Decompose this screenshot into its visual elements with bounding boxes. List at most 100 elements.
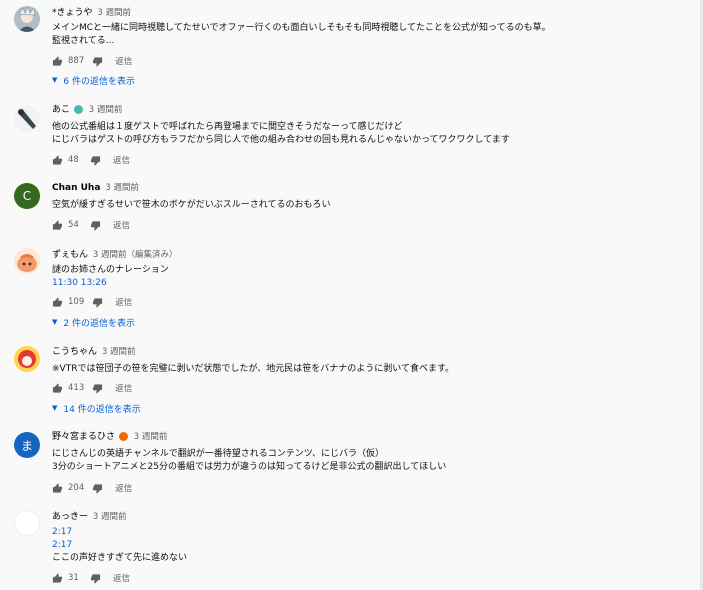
reply-button[interactable]: 返信 [113,154,130,166]
dislike-button[interactable] [90,155,101,166]
comment-author[interactable]: 野々宮まるひさ [52,432,115,442]
reply-button[interactable]: 返信 [115,296,132,308]
comment-text-line: 謎のお姉さんのナレーション [52,265,169,275]
like-button[interactable] [52,154,63,166]
like-button[interactable] [52,482,63,494]
comment-author[interactable]: ずぇもん [52,250,88,260]
member-badge-icon [118,432,128,441]
chevron-down-icon: ▼ [52,76,58,84]
avatar[interactable] [14,510,40,536]
view-replies-label: 2 件の返信を表示 [63,318,135,329]
avatar[interactable] [14,6,40,32]
comment-actions: 887 返信 [52,54,132,68]
comment-actions: 48 返信 [52,153,130,167]
comment-text-line: 3分のショートアニメと25分の番組では労力が違うのは知ってるけど是非公式の翻訳出… [52,462,447,472]
comment-header: あっきー 3 週間前 [52,511,694,524]
thumbs-up-icon [52,482,63,493]
avatar-tool-image [14,106,40,132]
comment-time[interactable]: 3 週間前 [97,8,131,18]
comment-time[interactable]: 3 週間前 [105,183,139,193]
reply-button[interactable]: 返信 [113,572,130,584]
view-replies-label: 14 件の返信を表示 [63,404,141,415]
like-count: 204 [68,483,85,493]
avatar-character-image [14,346,40,372]
comment-actions: 31 返信 [52,571,130,585]
reply-button[interactable]: 返信 [115,382,132,394]
comment-actions: 109 返信 [52,295,132,309]
view-replies-button[interactable]: ▼ 6 件の返信を表示 [52,73,135,87]
like-button[interactable] [52,382,63,394]
timestamp-link[interactable]: 2:17 [52,539,694,552]
thumbs-down-icon [90,573,101,584]
reply-button[interactable]: 返信 [115,55,132,67]
comment-time[interactable]: 3 週間前 [134,432,168,442]
view-replies-button[interactable]: ▼ 14 件の返信を表示 [52,401,141,415]
thumbs-down-icon [93,483,103,494]
like-button[interactable] [52,219,63,231]
like-count: 31 [68,573,79,583]
thumbs-up-icon [52,154,63,165]
like-count: 413 [68,383,85,393]
avatar[interactable] [14,248,40,274]
reply-button[interactable]: 返信 [115,482,132,494]
comment-author[interactable]: Chan Uha [52,183,100,193]
comment-text-line: 他の公式番組は１度ゲストで呼ばれたら再登場までに間空きそうだなーって感じだけど [52,122,403,132]
comment-time[interactable]: 3 週間前 [89,105,123,115]
comment-header: 野々宮まるひさ 3 週間前 [52,431,694,444]
member-badge-icon [73,105,83,114]
view-replies-button[interactable]: ▼ 2 件の返信を表示 [52,315,135,329]
timestamp-links[interactable]: 11:30 13:26 [52,277,694,290]
avatar[interactable] [14,106,40,132]
thumbs-up-icon [52,219,63,230]
thumbs-up-icon [52,572,63,583]
thumbs-down-icon [93,383,103,394]
dislike-button[interactable] [90,220,101,231]
comment-author[interactable]: こうちゃん [52,347,97,357]
comment-header: あこ 3 週間前 [52,104,694,117]
thumbs-down-icon [90,220,101,231]
comment-actions: 54 返信 [52,218,130,232]
avatar[interactable] [14,346,40,372]
like-count: 54 [68,220,79,230]
dislike-button[interactable] [92,297,103,308]
comment-author[interactable]: *きょうや [52,8,93,18]
like-count: 887 [68,56,85,66]
comment-actions: 204 返信 [52,481,132,495]
avatar[interactable]: C [14,183,40,209]
chevron-down-icon: ▼ [52,318,58,326]
comment-time[interactable]: 3 週間前（編集済み） [93,250,178,260]
reply-button[interactable]: 返信 [113,219,130,231]
dislike-button[interactable] [92,483,103,494]
comment-text-line: メインMCと一緒に同時視聴してたせいでオファー行くのも面白いしそもそも同時視聴し… [52,23,551,33]
thumbs-down-icon [93,297,103,308]
thumbs-down-icon [93,56,103,67]
like-button[interactable] [52,572,63,584]
comment-time[interactable]: 3 週間前 [93,512,127,522]
comment-author[interactable]: あっきー [52,512,88,522]
avatar-character-image [14,6,40,32]
comment-text-line: にじさんじの英語チャンネルで翻訳が一番待望されるコンテンツ、にじバラ（仮） [52,449,385,459]
comment-header: Chan Uha 3 週間前 [52,182,694,195]
comment-actions: 413 返信 [52,381,132,395]
dislike-button[interactable] [92,56,103,67]
comment-header: こうちゃん 3 週間前 [52,346,694,359]
like-button[interactable] [52,55,63,67]
comment-time[interactable]: 3 週間前 [102,347,136,357]
avatar-letter: C [22,189,32,203]
avatar-character-image [14,248,40,274]
comment-header: ずぇもん 3 週間前（編集済み） [52,249,694,262]
comment-text-line: ※VTRでは笹団子の笹を完璧に剥いだ状態でしたが、地元民は笹をバナナのように剥い… [52,364,455,374]
comment-text-line: 空気が緩すぎるせいで笹木のボケがだいぶスルーされてるのおもろい [52,200,331,210]
dislike-button[interactable] [92,383,103,394]
avatar-letter: ま [20,438,33,453]
like-count: 48 [68,155,79,165]
dislike-button[interactable] [90,573,101,584]
thumbs-up-icon [52,296,63,307]
like-button[interactable] [52,296,63,308]
chevron-down-icon: ▼ [52,404,58,412]
thumbs-up-icon [52,55,63,66]
timestamp-link[interactable]: 2:17 [52,526,694,539]
view-replies-label: 6 件の返信を表示 [63,76,135,87]
comment-author[interactable]: あこ [52,105,70,115]
avatar[interactable]: ま [14,432,40,458]
